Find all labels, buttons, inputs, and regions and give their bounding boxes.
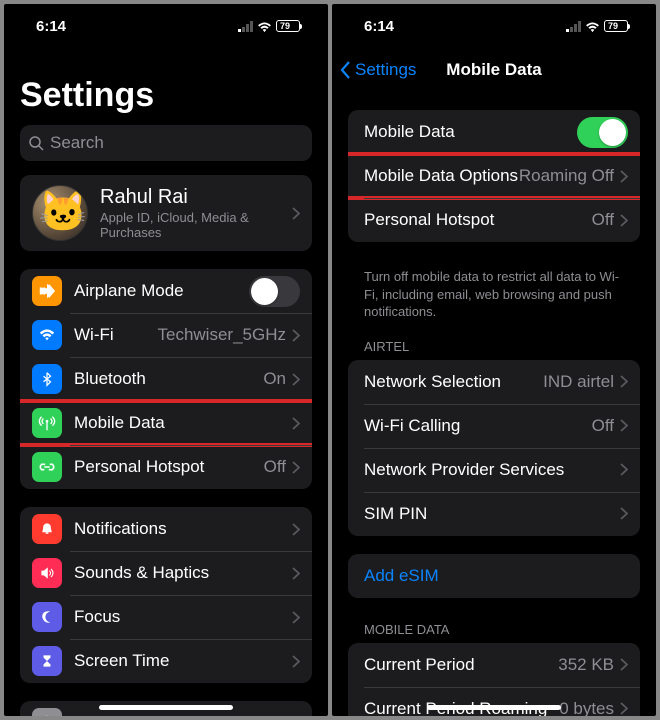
chevron-right-icon <box>292 611 300 624</box>
search-icon <box>28 135 44 151</box>
chevron-right-icon <box>292 655 300 668</box>
chevron-right-icon <box>292 417 300 430</box>
bluetooth-icon <box>32 364 62 394</box>
chevron-right-icon <box>292 207 300 220</box>
status-bar: 6:14 79 <box>332 4 656 48</box>
wifi-icon <box>585 21 600 32</box>
row-current-period-roaming[interactable]: Current Period Roaming0 bytes <box>348 687 640 716</box>
chevron-right-icon <box>620 658 628 671</box>
row-focus[interactable]: Focus <box>20 595 312 639</box>
speaker-icon <box>32 558 62 588</box>
search-input[interactable]: Search <box>20 125 312 161</box>
chevron-right-icon <box>620 702 628 715</box>
cellular-signal-icon <box>238 21 253 32</box>
row-current-period[interactable]: Current Period352 KB <box>348 643 640 687</box>
link-icon <box>32 452 62 482</box>
row-mobile-data[interactable]: Mobile Data <box>20 401 312 445</box>
profile-row[interactable]: Rahul Rai Apple ID, iCloud, Media & Purc… <box>20 175 312 251</box>
row-bluetooth[interactable]: BluetoothOn <box>20 357 312 401</box>
phone-settings: 6:14 79 Settings Search Rahul Rai Apple … <box>4 4 328 716</box>
row-network-provider-services[interactable]: Network Provider Services <box>348 448 640 492</box>
chevron-right-icon <box>292 461 300 474</box>
toggle[interactable] <box>577 117 628 148</box>
add-esim-row[interactable]: Add eSIM <box>348 554 640 598</box>
wifi-icon <box>32 320 62 350</box>
row-personal-hotspot[interactable]: Personal HotspotOff <box>20 445 312 489</box>
chevron-right-icon <box>292 373 300 386</box>
profile-subtitle: Apple ID, iCloud, Media & Purchases <box>100 210 292 240</box>
chevron-right-icon <box>620 419 628 432</box>
avatar <box>32 185 88 241</box>
chevron-right-icon <box>292 523 300 536</box>
airplane-icon <box>32 276 62 306</box>
row-mobile-data[interactable]: Mobile Data <box>348 110 640 154</box>
row-wi-fi-calling[interactable]: Wi-Fi CallingOff <box>348 404 640 448</box>
section-header-airtel: AIRTEL <box>332 325 656 360</box>
toggle[interactable] <box>249 276 300 307</box>
row-sim-pin[interactable]: SIM PIN <box>348 492 640 536</box>
wifi-icon <box>257 21 272 32</box>
status-time: 6:14 <box>36 18 66 35</box>
profile-name: Rahul Rai <box>100 186 292 209</box>
row-screen-time[interactable]: Screen Time <box>20 639 312 683</box>
row-network-selection[interactable]: Network SelectionIND airtel <box>348 360 640 404</box>
chevron-left-icon <box>340 61 351 79</box>
page-title: Settings <box>4 48 328 125</box>
antenna-icon <box>32 408 62 438</box>
bell-icon <box>32 514 62 544</box>
home-indicator[interactable] <box>99 705 233 710</box>
section-footer: Turn off mobile data to restrict all dat… <box>332 260 656 325</box>
battery-icon: 79 <box>276 20 300 32</box>
phone-mobile-data: 6:14 79 Settings Mobile Data Mobile Data… <box>332 4 656 716</box>
status-bar: 6:14 79 <box>4 4 328 48</box>
moon-icon <box>32 602 62 632</box>
chevron-right-icon <box>620 463 628 476</box>
row-mobile-data-options[interactable]: Mobile Data OptionsRoaming Off <box>348 154 640 198</box>
chevron-right-icon <box>292 329 300 342</box>
battery-icon: 79 <box>604 20 628 32</box>
gear-icon <box>32 708 62 716</box>
cellular-signal-icon <box>566 21 581 32</box>
row-personal-hotspot[interactable]: Personal HotspotOff <box>348 198 640 242</box>
back-button[interactable]: Settings <box>332 60 416 80</box>
chevron-right-icon <box>620 170 628 183</box>
chevron-right-icon <box>292 567 300 580</box>
row-airplane-mode[interactable]: Airplane Mode <box>20 269 312 313</box>
home-indicator[interactable] <box>427 705 561 710</box>
chevron-right-icon <box>620 214 628 227</box>
status-time: 6:14 <box>364 18 394 35</box>
section-header-mobiledata: MOBILE DATA <box>332 616 656 643</box>
chevron-right-icon <box>620 507 628 520</box>
row-notifications[interactable]: Notifications <box>20 507 312 551</box>
row-sounds-haptics[interactable]: Sounds & Haptics <box>20 551 312 595</box>
row-wi-fi[interactable]: Wi-FiTechwiser_5GHz <box>20 313 312 357</box>
hourglass-icon <box>32 646 62 676</box>
chevron-right-icon <box>620 375 628 388</box>
nav-title: Mobile Data <box>446 60 541 80</box>
